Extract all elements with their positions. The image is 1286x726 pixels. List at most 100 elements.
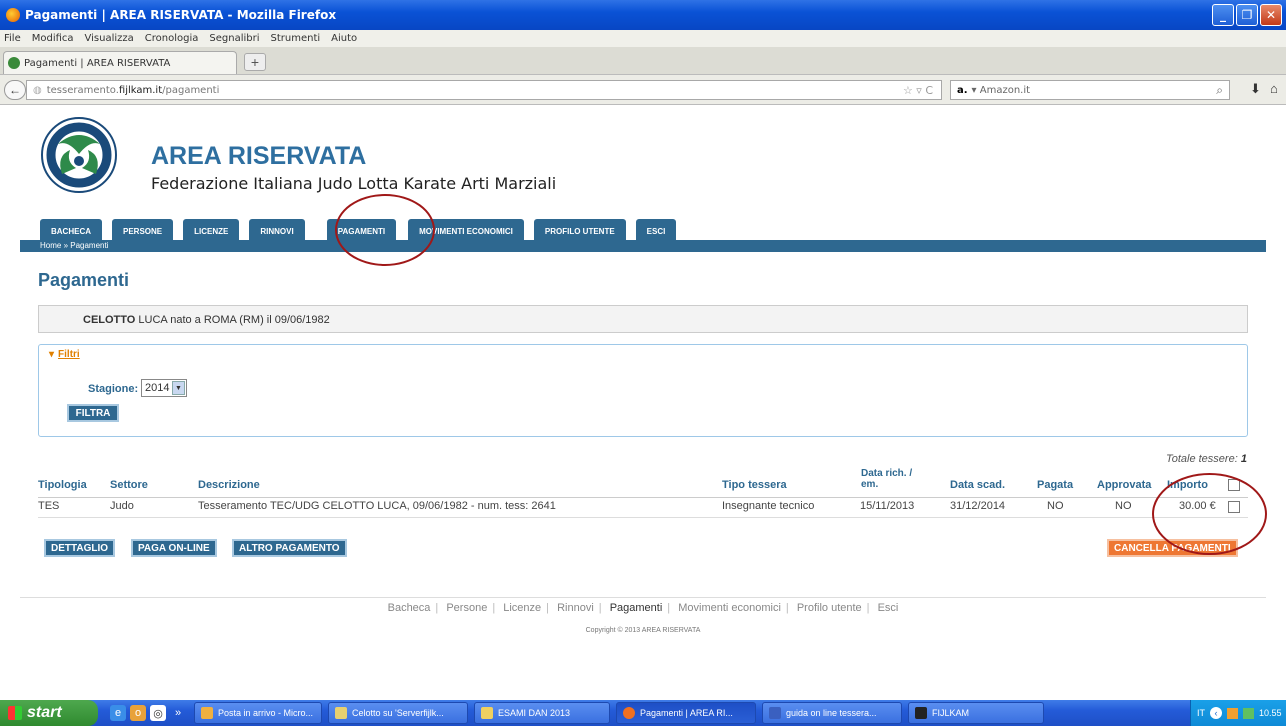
cell-data-rich: 15/11/2013: [860, 500, 915, 512]
cell-data-scad: 31/12/2014: [950, 500, 1006, 512]
altro-pagamento-button[interactable]: ALTRO PAGAMENTO: [232, 539, 347, 557]
bookmark-reload-icons[interactable]: ☆ ▿ C: [903, 84, 933, 97]
person-info: CELOTTO LUCA nato a ROMA (RM) il 09/06/1…: [38, 305, 1248, 333]
dettaglio-button[interactable]: DETTAGLIO: [44, 539, 116, 557]
total-cards: Totale tessere: 1: [1166, 453, 1247, 465]
menu-strumenti[interactable]: Strumenti: [271, 33, 321, 44]
col-tipologia: Tipologia: [38, 479, 87, 491]
search-engine-label: ▾ Amazon.it: [971, 84, 1031, 96]
footer-link-bacheca[interactable]: Bacheca: [388, 602, 431, 614]
ie-icon[interactable]: e: [110, 705, 126, 721]
footer-links: Bacheca | Persone | Licenze | Rinnovi | Paga…: [387, 602, 899, 614]
start-button[interactable]: start: [0, 700, 98, 726]
task-label: guida on line tessera...: [786, 708, 877, 718]
task-firefox[interactable]: Pagamenti | AREA RI...: [616, 702, 756, 724]
person-details: LUCA nato a ROMA (RM) il 09/06/1982: [135, 314, 330, 326]
navigation-bar: ← ◍ tesseramento. fijlkam.it/pagamenti ☆ …: [0, 75, 1286, 105]
system-tray: IT ‹ 10.55: [1190, 700, 1286, 726]
task-celotto[interactable]: Celotto su 'Serverfijlk...: [328, 702, 468, 724]
browser-icon[interactable]: ◎: [150, 705, 166, 721]
menu-visualizza[interactable]: Visualizza: [85, 33, 134, 44]
col-settore: Settore: [110, 479, 148, 491]
footer-link-rinnovi[interactable]: Rinnovi: [557, 602, 594, 614]
start-label: start: [27, 704, 62, 721]
person-surname: CELOTTO: [83, 314, 136, 326]
close-button[interactable]: ✕: [1260, 4, 1282, 26]
download-icon[interactable]: ⬇: [1250, 81, 1261, 97]
menu-aiuto[interactable]: Aiuto: [331, 33, 357, 44]
total-label: Totale tessere:: [1166, 453, 1241, 465]
search-icon[interactable]: ⌕: [1216, 83, 1223, 98]
minimize-button[interactable]: _: [1212, 4, 1234, 26]
task-guida[interactable]: guida on line tessera...: [762, 702, 902, 724]
home-icon[interactable]: ⌂: [1270, 81, 1278, 96]
menu-bar: File Modifica Visualizza Cronologia Segn…: [0, 30, 1286, 47]
header-divider: [38, 497, 1248, 498]
copyright: Copyright © 2013 AREA RISERVATA: [585, 627, 701, 634]
quick-launch: e o ◎ »: [110, 705, 186, 721]
brand-title: AREA RISERVATA: [151, 142, 367, 170]
new-tab-button[interactable]: +: [244, 53, 266, 71]
filter-panel: ▾ Filtri Stagione: 2014 ▼ FILTRA: [38, 344, 1248, 437]
tab-bar: Pagamenti | AREA RISERVATA +: [0, 47, 1286, 75]
outlook-task-icon: [201, 707, 213, 719]
footer-link-persone[interactable]: Persone: [446, 602, 487, 614]
dropdown-arrow-icon: ▼: [172, 381, 185, 395]
menu-segnalibri[interactable]: Segnalibri: [209, 33, 259, 44]
tray-app-icon[interactable]: [1227, 707, 1238, 719]
footer-link-esci[interactable]: Esci: [878, 602, 899, 614]
menu-modifica[interactable]: Modifica: [32, 33, 74, 44]
task-esami[interactable]: ESAMI DAN 2013: [474, 702, 610, 724]
url-bar[interactable]: ◍ tesseramento. fijlkam.it/pagamenti ☆ ▿ …: [26, 80, 942, 100]
total-value: 1: [1240, 453, 1247, 465]
breadcrumb[interactable]: Home » Pagamenti: [40, 241, 108, 250]
paga-online-button[interactable]: PAGA ON-LINE: [131, 539, 217, 557]
tab-title: Pagamenti | AREA RISERVATA: [24, 57, 171, 69]
annotation-circle-pagamenti: [335, 194, 435, 266]
folder-network-icon: [335, 707, 347, 719]
url-prefix: tesseramento.: [46, 84, 119, 96]
filter-button[interactable]: FILTRA: [67, 404, 119, 422]
search-bar[interactable]: a. ▾ Amazon.it ⌕: [950, 80, 1230, 100]
footer-link-licenze[interactable]: Licenze: [503, 602, 541, 614]
task-fijlkam[interactable]: FIJLKAM: [908, 702, 1044, 724]
footer-link-movimenti[interactable]: Movimenti economici: [678, 602, 781, 614]
menu-cronologia[interactable]: Cronologia: [145, 33, 199, 44]
footer-link-pagamenti[interactable]: Pagamenti: [610, 602, 663, 614]
back-button[interactable]: ←: [4, 80, 26, 100]
word-icon: [769, 707, 781, 719]
footer-link-profilo[interactable]: Profilo utente: [797, 602, 862, 614]
col-pagata: Pagata: [1037, 479, 1074, 491]
firefox-task-icon: [623, 707, 635, 719]
fijlkam-logo-icon: [41, 117, 117, 193]
page-content: AREA RISERVATA Federazione Italiana Judo…: [0, 106, 1286, 678]
annotation-circle-importo: [1152, 473, 1267, 555]
col-approvata: Approvata: [1097, 479, 1152, 491]
url-domain: fijlkam.it: [118, 84, 163, 96]
tray-arrow-icon[interactable]: ‹: [1210, 707, 1222, 719]
taskbar: start e o ◎ » Posta in arrivo - Micro...…: [0, 700, 1286, 726]
clock[interactable]: 10.55: [1259, 708, 1282, 718]
task-label: FIJLKAM: [932, 708, 970, 718]
cell-settore: Judo: [110, 500, 134, 512]
menu-file[interactable]: File: [4, 33, 21, 44]
cell-tipo-tessera: Insegnante tecnico: [722, 500, 815, 512]
more-icon[interactable]: »: [170, 705, 186, 721]
network-icon[interactable]: [1243, 707, 1254, 719]
col-data-rich: Data rich. / em.: [861, 468, 913, 490]
season-label: Stagione:: [88, 383, 139, 395]
maximize-button[interactable]: ❐: [1236, 4, 1258, 26]
browser-tab[interactable]: Pagamenti | AREA RISERVATA: [3, 51, 237, 74]
firefox-icon: [6, 8, 20, 22]
window-title-bar: Pagamenti | AREA RISERVATA - Mozilla Fir…: [0, 0, 1286, 30]
cell-tipologia: TES: [38, 500, 60, 512]
outlook-icon[interactable]: o: [130, 705, 146, 721]
season-select[interactable]: 2014 ▼: [141, 379, 187, 397]
row-divider: [38, 517, 1248, 518]
task-label: Posta in arrivo - Micro...: [218, 708, 314, 718]
filter-toggle[interactable]: ▾ Filtri: [49, 349, 80, 360]
language-indicator[interactable]: IT: [1197, 708, 1205, 718]
season-value: 2014: [145, 382, 170, 394]
task-outlook[interactable]: Posta in arrivo - Micro...: [194, 702, 322, 724]
folder-icon: [481, 707, 493, 719]
